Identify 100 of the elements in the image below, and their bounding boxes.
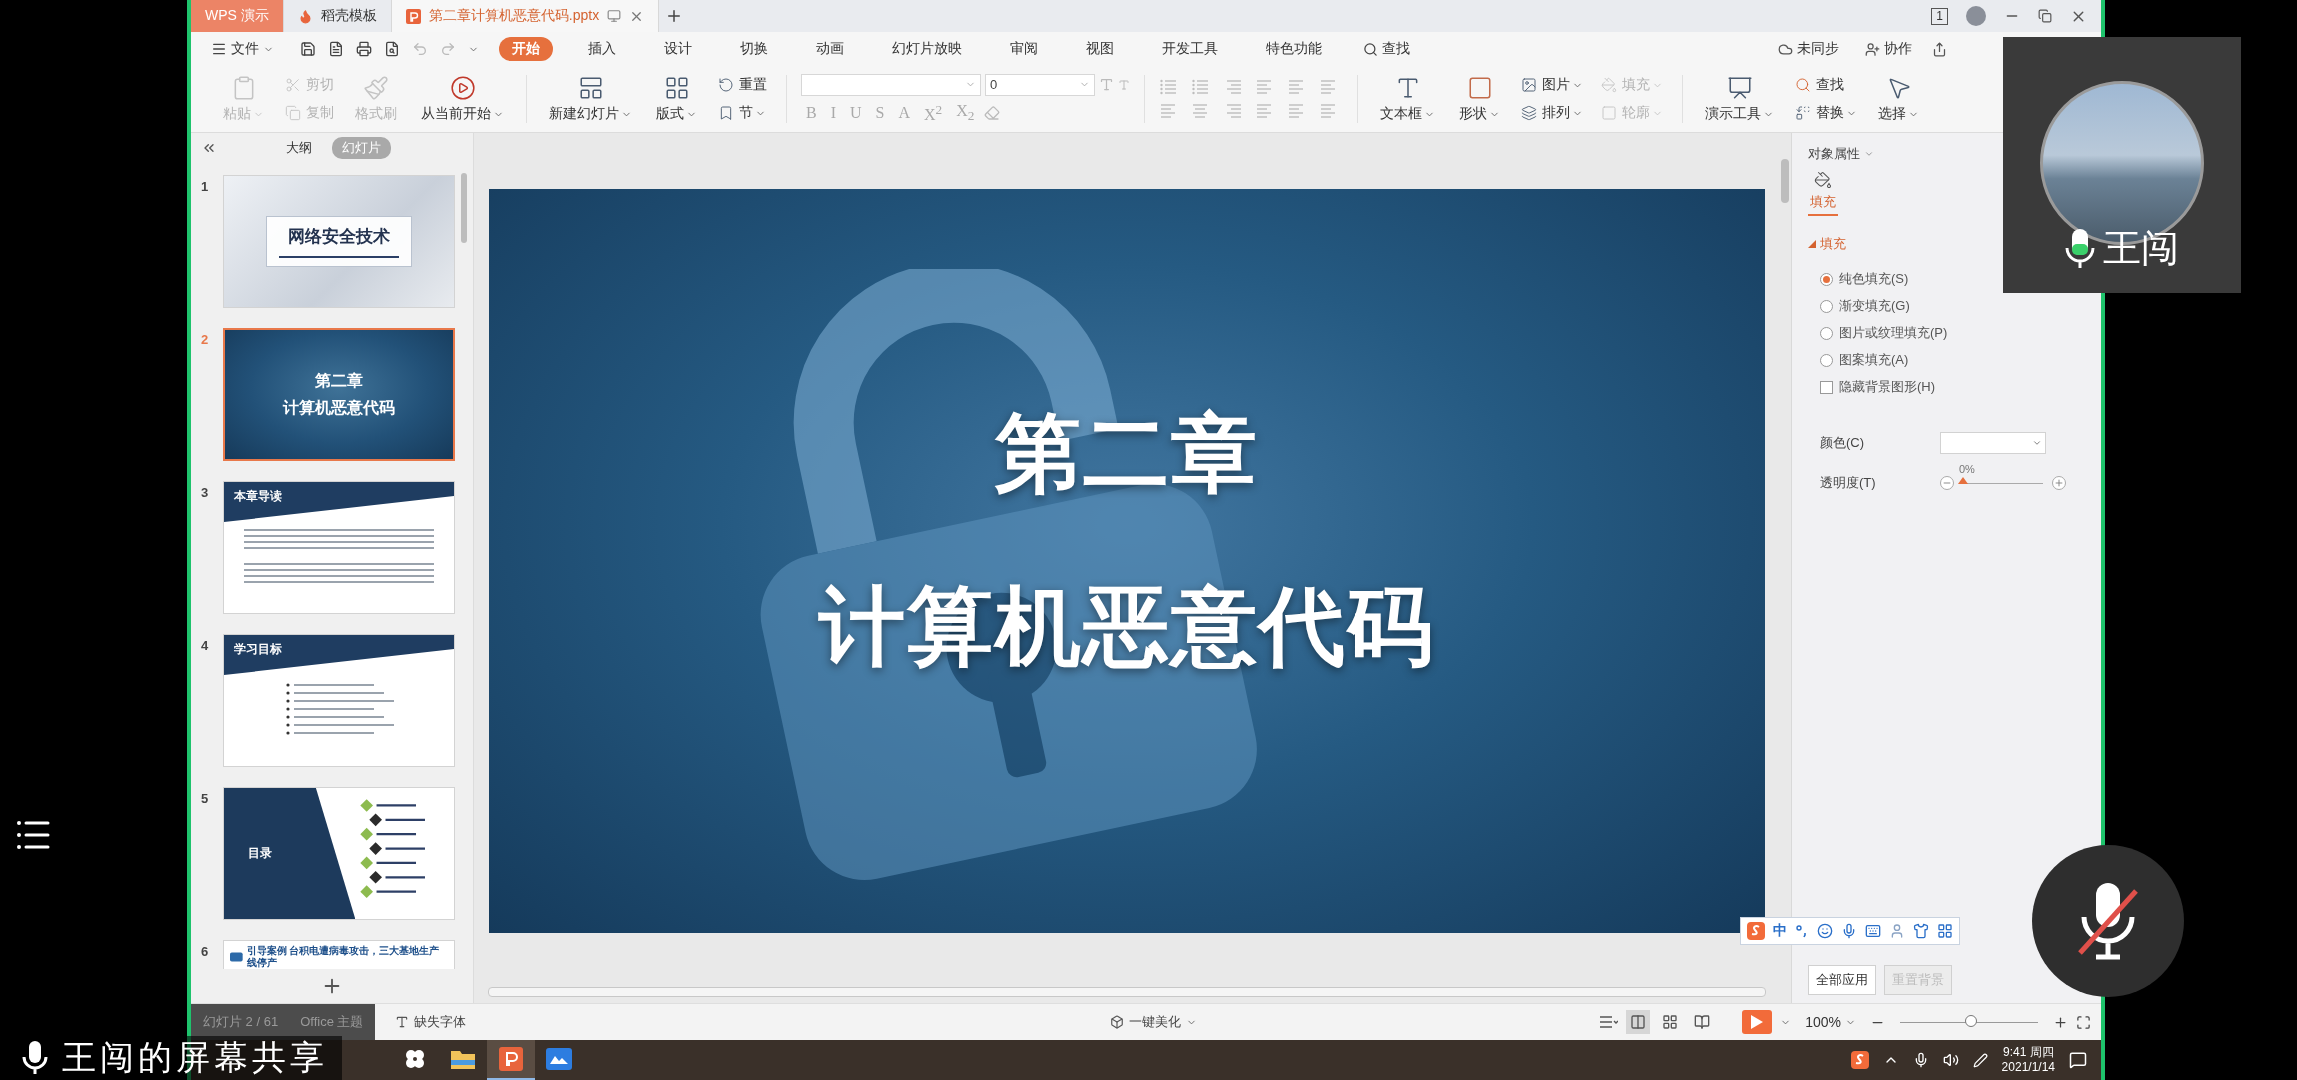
checkbox[interactable] xyxy=(1820,380,1833,394)
ribbon-tab[interactable]: 开发工具 xyxy=(1149,37,1231,61)
slide-thumbnail[interactable]: 学习目标 xyxy=(223,634,455,767)
section-button[interactable]: 节 xyxy=(713,102,772,124)
notification-icon[interactable] xyxy=(2069,1051,2087,1069)
font-size-field[interactable]: 0 xyxy=(985,73,1095,96)
new-slide-button[interactable]: 新建幻灯片 xyxy=(541,73,640,125)
print-preview-icon[interactable] xyxy=(384,41,400,57)
share-icon[interactable] xyxy=(1932,41,1947,57)
scrollbar-thumb[interactable] xyxy=(461,173,467,243)
slide-thumbnail[interactable]: 网络安全技术 xyxy=(223,175,455,308)
radio-button[interactable] xyxy=(1820,353,1833,367)
view-button[interactable] xyxy=(1626,1010,1651,1034)
input-mode[interactable]: 中 xyxy=(1773,922,1787,940)
microphone-icon xyxy=(22,1040,48,1076)
slide-title: 网络安全技术 xyxy=(288,226,390,248)
export-icon[interactable] xyxy=(328,41,344,57)
arrange-button[interactable]: 排列 xyxy=(1516,102,1588,124)
color-dropdown[interactable] xyxy=(1940,432,2046,454)
punctuation-icon[interactable] xyxy=(1795,924,1809,938)
radio-option[interactable]: 纯色填充(S) xyxy=(1820,270,1909,288)
slide-thumbnail[interactable]: 本章导读 xyxy=(223,481,455,614)
horizontal-scrollbar[interactable] xyxy=(487,987,1766,997)
pen-icon[interactable] xyxy=(1972,1052,1988,1068)
paint-bucket-icon xyxy=(1601,77,1617,93)
ribbon-tab[interactable]: 设计 xyxy=(651,37,705,61)
taskbar-app[interactable] xyxy=(487,1040,535,1080)
notes-icon[interactable] xyxy=(1598,1014,1619,1030)
file-menu[interactable]: 文件 xyxy=(205,37,280,61)
reading-view-icon xyxy=(1694,1014,1711,1030)
collaborate-button[interactable]: 协作 xyxy=(1859,37,1918,61)
input-method-logo-icon xyxy=(1747,922,1765,940)
slide-thumbnail[interactable]: 引导案例 台积电遭病毒攻击，三大基地生产线停产 xyxy=(223,940,455,969)
emoji-icon[interactable] xyxy=(1817,923,1833,939)
sorter-view-icon xyxy=(1662,1014,1679,1030)
presentation-tools-button[interactable]: 演示工具 xyxy=(1697,73,1782,125)
microphone-icon xyxy=(2065,227,2095,270)
shape-button[interactable]: 形状 xyxy=(1451,73,1508,125)
field-label: 颜色(C) xyxy=(1820,434,1866,452)
search-button[interactable]: 查找 xyxy=(1357,37,1416,61)
text-box-button[interactable]: 文本框 xyxy=(1372,73,1443,125)
panel-button[interactable]: 全部应用 xyxy=(1808,965,1876,995)
print-icon[interactable] xyxy=(356,41,372,57)
expand-triangle-icon xyxy=(1808,240,1816,248)
input-method-logo-icon[interactable] xyxy=(1850,1051,1869,1069)
volume-icon[interactable] xyxy=(1942,1052,1959,1068)
slideshow-button[interactable] xyxy=(1742,1010,1773,1034)
ribbon-tab[interactable]: 特色功能 xyxy=(1253,37,1335,61)
user-icon xyxy=(1865,41,1880,57)
radio-button[interactable] xyxy=(1820,299,1833,313)
missing-fonts-button[interactable]: 缺失字体 xyxy=(389,1011,473,1033)
fit-window-icon[interactable] xyxy=(2076,1014,2091,1030)
clock[interactable]: 9:41 周四 2021/1/14 xyxy=(2001,1045,2055,1075)
checkbox-option[interactable]: 隐藏背景图形(H) xyxy=(1820,378,1936,396)
monitor-icon xyxy=(607,9,622,23)
radio-option[interactable]: 图案填充(A) xyxy=(1820,351,1909,369)
ribbon-tab[interactable]: 插入 xyxy=(575,37,629,61)
slider-thumb[interactable] xyxy=(1964,1015,1977,1027)
beautify-button[interactable]: 一键美化 xyxy=(1103,1011,1203,1033)
find-button[interactable]: 查找 xyxy=(1790,74,1862,96)
decrease-button[interactable] xyxy=(1940,476,1954,490)
radio-option[interactable]: 渐变填充(G) xyxy=(1820,297,1910,315)
menu-icon[interactable] xyxy=(16,818,50,852)
ribbon-tab[interactable]: 切换 xyxy=(727,37,781,61)
keyboard-icon[interactable] xyxy=(1865,923,1881,939)
ribbon-tab[interactable]: 视图 xyxy=(1073,37,1127,61)
flame-icon xyxy=(297,8,313,24)
increase-button[interactable] xyxy=(2052,476,2066,490)
slider-thumb[interactable] xyxy=(1958,477,1968,484)
font-icon xyxy=(395,1015,410,1029)
picture-button[interactable]: 图片 xyxy=(1516,74,1588,96)
font-name-field[interactable] xyxy=(801,73,981,96)
toolbox-icon[interactable] xyxy=(1937,923,1953,939)
slide-thumbnail[interactable]: 第二章 计算机恶意代码 xyxy=(223,328,455,461)
radio-option[interactable]: 图片或纹理填充(P) xyxy=(1820,324,1948,342)
radio-button[interactable] xyxy=(1820,326,1833,340)
play-from-current-button[interactable]: 从当前开始 xyxy=(413,73,512,125)
zoom-level[interactable]: 100% xyxy=(1799,1011,1862,1033)
pinwheel-icon xyxy=(403,1047,427,1071)
radio-button[interactable] xyxy=(1820,272,1833,286)
slide-title: 第二章 xyxy=(994,404,1259,503)
zoom-in-icon[interactable] xyxy=(2053,1014,2068,1030)
reset-button[interactable]: 重置 xyxy=(713,74,772,96)
panel-tab[interactable]: 大纲 xyxy=(275,137,322,159)
ribbon-tab[interactable]: 幻灯片放映 xyxy=(879,37,975,61)
sync-status[interactable]: 未同步 xyxy=(1772,37,1845,61)
case-icon xyxy=(230,952,243,962)
scrollbar-thumb[interactable] xyxy=(1781,159,1789,203)
ribbon-tab[interactable]: 动画 xyxy=(803,37,857,61)
slide-thumbnail[interactable]: 目录 xyxy=(223,787,455,920)
window-tab[interactable]: 第二章计算机恶意代码.pptx xyxy=(391,0,660,32)
save-icon[interactable] xyxy=(300,41,316,57)
replace-button[interactable]: 替换 xyxy=(1790,102,1862,124)
skin-icon[interactable] xyxy=(1913,923,1929,939)
restore-icon[interactable] xyxy=(2038,9,2052,23)
layout-button[interactable]: 版式 xyxy=(648,73,705,125)
user-icon[interactable] xyxy=(1889,923,1905,939)
select-button[interactable]: 选择 xyxy=(1870,73,1927,125)
caret-icon xyxy=(1864,149,1874,159)
ribbon-tab[interactable]: 审阅 xyxy=(997,37,1051,61)
